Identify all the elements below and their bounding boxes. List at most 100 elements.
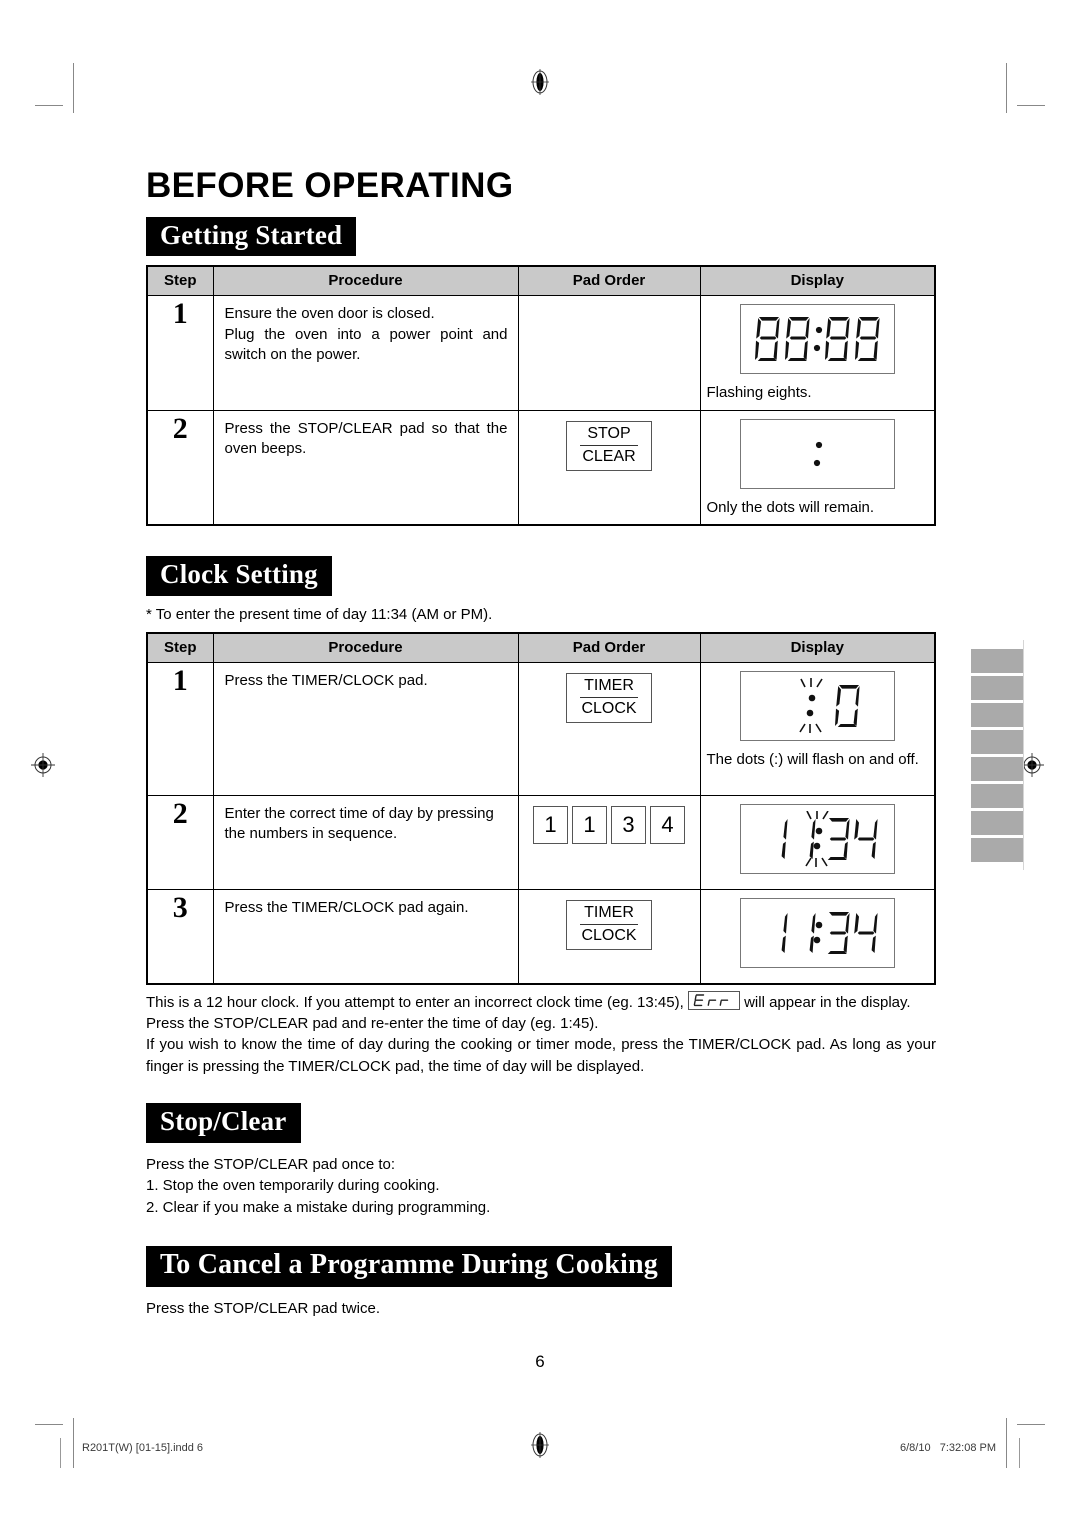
seven-segment-dots-only: [753, 430, 881, 478]
list-item: 2. Clear if you make a mistake during pr…: [146, 1199, 491, 1217]
step-number: 3: [146, 888, 214, 985]
lcd-screen: [739, 803, 895, 874]
crop-mark-top-left-h: [35, 105, 63, 106]
numeric-pad-sequence: 1 1 3 4: [533, 805, 685, 844]
table-row: 2 Enter the correct time of day by press…: [146, 794, 936, 890]
getting-started-table: Step Procedure Pad Order Display 1 Ensur…: [146, 265, 936, 526]
err-display-box: [687, 990, 740, 1010]
clock-paragraph-2: Press the STOP/CLEAR pad and re-enter th…: [146, 1014, 599, 1032]
numpad-button[interactable]: 1: [572, 805, 607, 844]
pad-order-cell: TIMER CLOCK: [517, 888, 701, 985]
crop-mark-top-right-h: [1017, 105, 1045, 106]
display-note: Flashing eights.: [706, 384, 812, 402]
display-note: Only the dots will remain.: [706, 498, 875, 516]
crop-mark-bottom-left-h: [35, 1424, 63, 1425]
footer-rule-left: [60, 1438, 61, 1468]
pad-label-top: TIMER: [580, 677, 638, 698]
col-header-step: Step: [146, 265, 214, 297]
pad-order-cell: 1 1 3 4: [517, 794, 701, 890]
footer-filename: R201T(W) [01-15].indd 6: [82, 1442, 204, 1454]
step-number: 2: [146, 409, 214, 526]
section-heading-stop-clear: Stop/Clear: [146, 1102, 301, 1143]
procedure-line: Ensure the oven door is closed.: [224, 305, 435, 323]
display-cell: Flashing eights.: [699, 295, 936, 411]
pad-label-top: STOP: [580, 425, 638, 446]
page-title: BEFORE OPERATING: [146, 166, 514, 205]
lcd-display: [739, 803, 895, 874]
pad-button-stop-clear[interactable]: STOP CLEAR: [566, 420, 652, 472]
registration-target-top: [527, 69, 553, 95]
lcd-screen: [739, 418, 895, 489]
page-content: BEFORE OPERATING Getting Started Step Pr…: [146, 166, 936, 1319]
clock-paragraph-1-before: This is a 12 hour clock. If you attempt …: [146, 993, 688, 1011]
table-row: 1 Ensure the oven door is closed. Plug t…: [146, 295, 936, 411]
thumb-tab: [971, 649, 1023, 673]
section-heading-clock-setting: Clock Setting: [146, 555, 332, 596]
clock-paragraph-3: If you wish to know the time of day duri…: [146, 1036, 936, 1075]
col-header-display: Display: [699, 632, 936, 663]
pad-order-cell: STOP CLEAR: [517, 409, 701, 526]
clock-setting-note: * To enter the present time of day 11:34…: [146, 605, 493, 623]
seven-segment-8888: [753, 315, 881, 363]
seven-segment-1134: [749, 909, 885, 957]
procedure-text: Ensure the oven door is closed. Plug the…: [212, 295, 519, 411]
pad-button-timer-clock[interactable]: TIMER CLOCK: [566, 672, 652, 724]
display-note: The dots (:) will flash on and off.: [706, 750, 919, 768]
pad-label-bottom: CLEAR: [582, 447, 636, 465]
seven-segment-1134-flashing: [749, 810, 885, 867]
step-number: 1: [146, 661, 214, 796]
numpad-button[interactable]: 1: [533, 805, 568, 844]
lcd-screen: [739, 897, 895, 968]
seven-segment-err: [693, 993, 729, 1006]
crop-mark-top-right-v: [1006, 63, 1007, 113]
thumb-tab: [971, 676, 1023, 700]
numpad-button[interactable]: 4: [650, 805, 685, 844]
procedure-line: Plug the oven into a power point and swi…: [224, 325, 508, 364]
lcd-screen: [739, 304, 895, 375]
flash-marks-bottom: [799, 723, 822, 733]
col-header-procedure: Procedure: [212, 632, 519, 663]
procedure-text: Press the TIMER/CLOCK pad again.: [212, 888, 519, 985]
registration-target-left: [30, 752, 56, 778]
display-cell: Only the dots will remain.: [699, 409, 936, 526]
thumb-tab: [971, 703, 1023, 727]
lcd-screen: [739, 670, 895, 741]
pad-label-top: TIMER: [580, 904, 638, 925]
col-header-display: Display: [699, 265, 936, 297]
procedure-line: Press the TIMER/CLOCK pad again.: [224, 898, 469, 916]
pad-label-bottom: CLOCK: [581, 926, 637, 944]
col-header-pad-order: Pad Order: [517, 265, 701, 297]
procedure-line: Press the STOP/CLEAR pad so that the ove…: [224, 419, 508, 458]
print-footer: R201T(W) [01-15].indd 6 6/8/10 7:32:08 P…: [60, 1438, 1020, 1468]
procedure-line: Press the TIMER/CLOCK pad.: [224, 671, 428, 689]
clock-paragraph-1-after: will appear in the display.: [739, 993, 911, 1011]
pad-button-timer-clock[interactable]: TIMER CLOCK: [566, 899, 652, 951]
display-cell: The dots (:) will flash on and off.: [699, 661, 936, 796]
col-header-procedure: Procedure: [212, 265, 519, 297]
thumb-index-tabs: [971, 649, 1023, 865]
stop-clear-list: 1. Stop the oven temporarily during cook…: [146, 1175, 936, 1220]
col-header-pad-order: Pad Order: [517, 632, 701, 663]
manual-page: BEFORE OPERATING Getting Started Step Pr…: [0, 0, 1080, 1527]
section-heading-getting-started: Getting Started: [146, 216, 357, 257]
lcd-display: [739, 897, 895, 968]
numpad-button[interactable]: 3: [611, 805, 646, 844]
display-cell: [699, 888, 936, 985]
procedure-line: Enter the correct time of day by pressin…: [224, 804, 494, 843]
table-row: 3 Press the TIMER/CLOCK pad again. TIMER…: [146, 888, 936, 985]
cancel-programme-text: Press the STOP/CLEAR pad twice.: [146, 1299, 380, 1317]
footer-timestamp: 6/8/10 7:32:08 PM: [899, 1442, 996, 1454]
clock-setting-table: Step Procedure Pad Order Display 1 Press…: [146, 631, 936, 985]
thumb-index-rule: [1023, 640, 1024, 870]
lcd-display: [739, 670, 895, 741]
pad-label-bottom: CLOCK: [581, 699, 637, 717]
lcd-display: [739, 304, 895, 375]
stop-clear-intro: Press the STOP/CLEAR pad once to:: [146, 1155, 396, 1173]
col-header-step: Step: [146, 632, 214, 663]
procedure-text: Enter the correct time of day by pressin…: [212, 794, 519, 890]
pad-order-cell: TIMER CLOCK: [517, 661, 701, 796]
thumb-tab: [971, 730, 1023, 754]
table-row: 2 Press the STOP/CLEAR pad so that the o…: [146, 409, 936, 526]
flash-marks-top: [806, 810, 829, 820]
thumb-tab: [971, 784, 1023, 808]
